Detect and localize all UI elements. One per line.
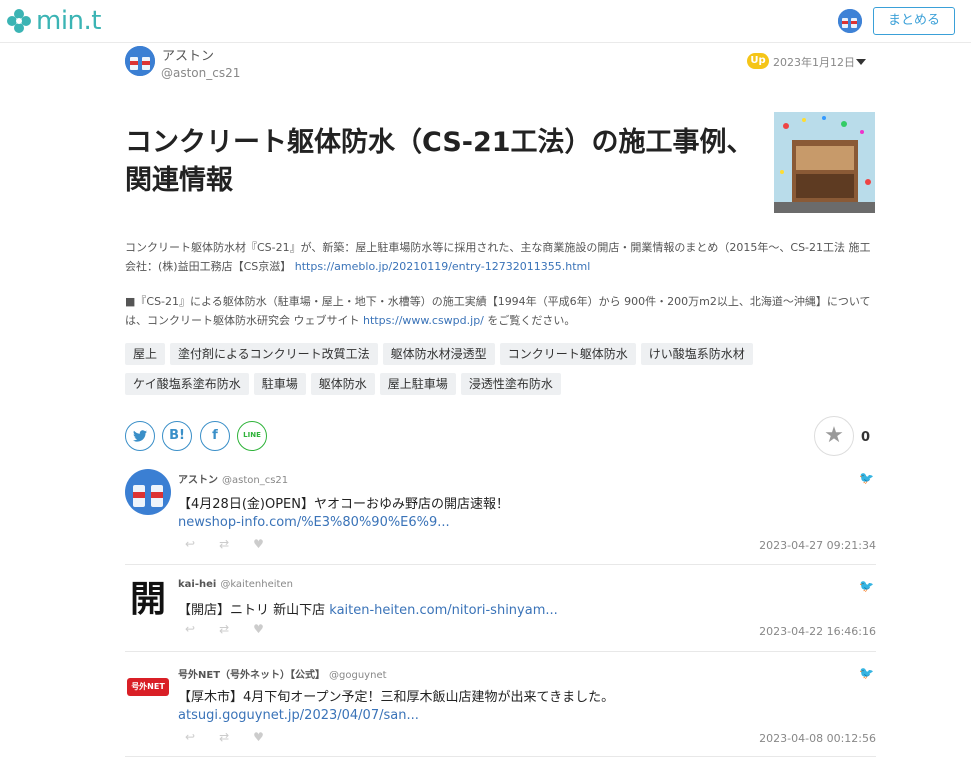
tag[interactable]: 屋上 bbox=[125, 343, 166, 365]
reply-icon[interactable]: ↩ bbox=[185, 730, 195, 744]
tag[interactable]: 躯体防水材浸透型 bbox=[382, 343, 495, 365]
mint-logo-icon bbox=[6, 8, 32, 34]
updated-date: 2023年1月12日 bbox=[773, 56, 855, 69]
tweet-actions: ↩ ⇄ ♥ bbox=[185, 537, 288, 551]
tweet-header: kai-hei @kaitenheiten bbox=[178, 579, 293, 590]
tweet-user-name[interactable]: kai-hei bbox=[178, 579, 216, 590]
tweet-card: アストン @aston_cs21 🐦 【4月28日(金)OPEN】ヤオコーおゆみ野… bbox=[125, 467, 876, 565]
retweet-icon[interactable]: ⇄ bbox=[219, 537, 229, 551]
tweet-text: 【4月28日(金)OPEN】ヤオコーおゆみ野店の開店速報！ bbox=[178, 497, 509, 512]
tweet-text-body: 【開店】ニトリ 新山下店 bbox=[178, 603, 330, 618]
tweet-text: 【厚木市】4月下旬オープン予定！三和厚木飯山店建物が出来てきました。 bbox=[178, 690, 615, 705]
tag[interactable]: 塗付剤によるコンクリート改質工法 bbox=[170, 343, 378, 365]
like-icon[interactable]: ♥ bbox=[253, 537, 264, 551]
tweet-actions: ↩ ⇄ ♥ bbox=[185, 730, 288, 744]
twitter-icon bbox=[133, 430, 147, 442]
matome-button[interactable]: まとめる bbox=[873, 7, 955, 35]
tweet-card: 号外NET 号外NET（号外ネット）【公式】 @goguynet 🐦 【厚木市】4… bbox=[125, 652, 876, 757]
retweet-icon[interactable]: ⇄ bbox=[219, 730, 229, 744]
menu-caret-icon[interactable] bbox=[856, 59, 866, 65]
author-name[interactable]: アストン bbox=[162, 45, 214, 64]
tag-list: 屋上 塗付剤によるコンクリート改質工法 躯体防水材浸透型 コンクリート躯体防水 けい酸塩… bbox=[125, 343, 885, 403]
tag[interactable]: けい酸塩系防水材 bbox=[640, 343, 753, 365]
user-avatar[interactable] bbox=[838, 9, 862, 33]
tweet-user-handle: @goguynet bbox=[329, 670, 387, 681]
tweet-card: 開 kai-hei @kaitenheiten 🐦 【開店】ニトリ 新山下店 ka… bbox=[125, 565, 876, 652]
description-1: コンクリート躯体防水材『CS-21』が、新築：屋上駐車場防水等に採用された、主な… bbox=[125, 238, 880, 276]
like-icon[interactable]: ♥ bbox=[253, 730, 264, 744]
mint-logo[interactable]: min.t bbox=[6, 6, 102, 36]
facebook-share-button[interactable]: f bbox=[200, 421, 230, 451]
tweet-user-name[interactable]: アストン bbox=[178, 475, 218, 486]
line-share-button[interactable]: LINE bbox=[237, 421, 267, 451]
retweet-icon[interactable]: ⇄ bbox=[219, 622, 229, 636]
twitter-bird-icon[interactable]: 🐦 bbox=[859, 666, 874, 680]
up-badge: Up bbox=[747, 53, 769, 69]
like-icon[interactable]: ♥ bbox=[253, 622, 264, 636]
tag[interactable]: ケイ酸塩系塗布防水 bbox=[125, 373, 249, 395]
goguynet-avatar-text: 号外NET bbox=[131, 682, 165, 691]
star-icon: ★ bbox=[824, 423, 844, 448]
tweet-header: アストン @aston_cs21 bbox=[178, 471, 288, 486]
kaiheiten-avatar-glyph: 開 bbox=[129, 579, 166, 620]
reply-icon[interactable]: ↩ bbox=[185, 537, 195, 551]
twitter-bird-icon[interactable]: 🐦 bbox=[859, 471, 874, 485]
thumbnail-image bbox=[774, 112, 875, 213]
page-title: コンクリート躯体防水（CS-21工法）の施工事例、関連情報 bbox=[125, 127, 754, 196]
twitter-share-button[interactable] bbox=[125, 421, 155, 451]
goguynet-avatar-logo: 号外NET bbox=[127, 678, 169, 696]
tag[interactable]: 浸透性塗布防水 bbox=[460, 373, 561, 395]
tweet-avatar[interactable]: 号外NET bbox=[125, 664, 171, 710]
tweet-text: 【開店】ニトリ 新山下店 kaiten-heiten.com/nitori-sh… bbox=[178, 599, 558, 618]
tag[interactable]: コンクリート躯体防水 bbox=[499, 343, 636, 365]
tweet-timestamp[interactable]: 2023-04-08 00:12:56 bbox=[759, 732, 876, 745]
tag[interactable]: 躯体防水 bbox=[310, 373, 375, 395]
tweet-avatar[interactable]: 開 bbox=[125, 577, 171, 623]
author-avatar[interactable] bbox=[125, 46, 155, 76]
tweet-user-handle: @kaitenheiten bbox=[220, 579, 293, 590]
description-2-tail: をご覧ください。 bbox=[487, 314, 576, 327]
logo-text: min.t bbox=[36, 6, 102, 36]
favorite-star-button[interactable]: ★ bbox=[814, 416, 854, 456]
tweet-header: 号外NET（号外ネット）【公式】 @goguynet bbox=[178, 666, 387, 681]
tweet-timestamp[interactable]: 2023-04-27 09:21:34 bbox=[759, 539, 876, 552]
twitter-bird-icon[interactable]: 🐦 bbox=[859, 579, 874, 593]
tag[interactable]: 屋上駐車場 bbox=[379, 373, 456, 395]
tag[interactable]: 駐車場 bbox=[253, 373, 306, 395]
tweet-timestamp[interactable]: 2023-04-22 16:46:16 bbox=[759, 625, 876, 638]
tweet-link[interactable]: atsugi.goguynet.jp/2023/04/07/san... bbox=[178, 708, 419, 723]
reply-icon[interactable]: ↩ bbox=[185, 622, 195, 636]
tweet-link[interactable]: kaiten-heiten.com/nitori-shinyam... bbox=[329, 603, 558, 618]
tweet-user-name[interactable]: 号外NET（号外ネット）【公式】 bbox=[178, 670, 325, 681]
description-2: ■『CS-21』による躯体防水（駐車場・屋上・地下・水槽等）の施工実績【1994… bbox=[125, 292, 880, 330]
description-1-link[interactable]: https://ameblo.jp/20210119/entry-1273201… bbox=[295, 260, 591, 273]
tweet-link[interactable]: newshop-info.com/%E3%80%90%E6%9... bbox=[178, 515, 450, 530]
star-count: 0 bbox=[861, 430, 871, 445]
tweet-actions: ↩ ⇄ ♥ bbox=[185, 622, 288, 636]
tweet-user-handle: @aston_cs21 bbox=[222, 475, 289, 486]
top-bar: min.t まとめる bbox=[0, 0, 971, 43]
tweet-avatar[interactable] bbox=[125, 469, 171, 515]
hatena-bookmark-button[interactable]: B! bbox=[162, 421, 192, 451]
author-handle: @aston_cs21 bbox=[161, 66, 241, 80]
description-2-link[interactable]: https://www.cswpd.jp/ bbox=[363, 314, 484, 327]
